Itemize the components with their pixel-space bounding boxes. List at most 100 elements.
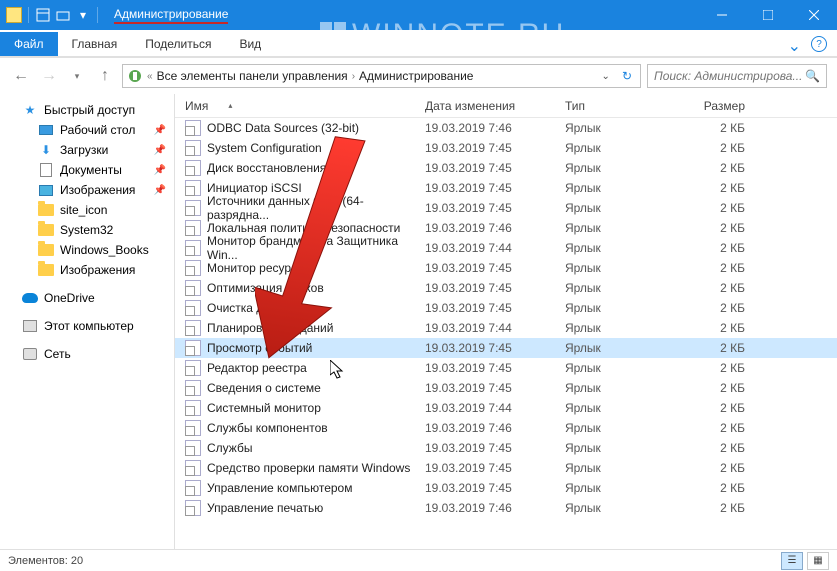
refresh-icon[interactable]: ↻ — [618, 69, 636, 83]
chevron-right-icon[interactable]: « — [147, 71, 153, 82]
search-box[interactable]: 🔍 — [647, 64, 827, 88]
sidebar-item[interactable]: System32 — [0, 220, 174, 240]
file-type: Ярлык — [565, 161, 685, 175]
qa-dropdown-icon[interactable]: ▾ — [75, 7, 91, 23]
file-size: 2 КБ — [685, 381, 765, 395]
file-size: 2 КБ — [685, 501, 765, 515]
ribbon-expand-icon[interactable]: ⌄ — [788, 36, 801, 56]
table-row[interactable]: Системный монитор19.03.2019 7:44Ярлык2 К… — [175, 398, 837, 418]
table-row[interactable]: ODBC Data Sources (32-bit)19.03.2019 7:4… — [175, 118, 837, 138]
help-icon[interactable]: ? — [811, 36, 827, 52]
table-row[interactable]: Редактор реестра19.03.2019 7:45Ярлык2 КБ — [175, 358, 837, 378]
table-row[interactable]: Планировщик заданий19.03.2019 7:44Ярлык2… — [175, 318, 837, 338]
sidebar-item[interactable]: site_icon — [0, 200, 174, 220]
shortcut-icon — [185, 320, 201, 336]
tab-share[interactable]: Поделиться — [131, 32, 225, 56]
table-row[interactable]: Монитор брандмауэра Защитника Win...19.0… — [175, 238, 837, 258]
close-button[interactable] — [791, 0, 837, 30]
folder-icon — [38, 262, 54, 278]
file-tab[interactable]: Файл — [0, 32, 58, 56]
search-icon[interactable]: 🔍 — [805, 69, 820, 83]
file-date: 19.03.2019 7:45 — [425, 141, 565, 155]
shortcut-icon — [185, 440, 201, 456]
sidebar-onedrive[interactable]: OneDrive — [0, 288, 174, 308]
table-row[interactable]: Очистка диска19.03.2019 7:45Ярлык2 КБ — [175, 298, 837, 318]
col-size-header[interactable]: Размер — [685, 99, 765, 113]
table-row[interactable]: Диск восстановления19.03.2019 7:45Ярлык2… — [175, 158, 837, 178]
sidebar-item[interactable]: Изображения — [0, 260, 174, 280]
status-text: Элементов: 20 — [8, 555, 83, 567]
table-row[interactable]: Монитор ресурсов19.03.2019 7:45Ярлык2 КБ — [175, 258, 837, 278]
file-type: Ярлык — [565, 261, 685, 275]
nav-recent-button[interactable]: ▾ — [66, 65, 88, 87]
sidebar-network[interactable]: Сеть — [0, 344, 174, 364]
qa-properties-icon[interactable] — [35, 7, 51, 23]
table-row[interactable]: Службы19.03.2019 7:45Ярлык2 КБ — [175, 438, 837, 458]
file-name: Просмотр событий — [207, 341, 312, 355]
tab-view[interactable]: Вид — [225, 32, 275, 56]
window-system-icon[interactable] — [6, 7, 22, 23]
sidebar-item[interactable]: ⬇Загрузки📌 — [0, 140, 174, 160]
file-type: Ярлык — [565, 301, 685, 315]
file-type: Ярлык — [565, 421, 685, 435]
chevron-right-icon[interactable]: › — [352, 71, 355, 82]
qa-newfolder-icon[interactable] — [55, 7, 71, 23]
file-date: 19.03.2019 7:45 — [425, 281, 565, 295]
tab-home[interactable]: Главная — [58, 32, 132, 56]
table-row[interactable]: Оптимизация дисков19.03.2019 7:45Ярлык2 … — [175, 278, 837, 298]
search-input[interactable] — [654, 69, 801, 83]
file-size: 2 КБ — [685, 221, 765, 235]
pin-icon: 📌 — [154, 185, 166, 196]
sidebar-item[interactable]: Рабочий стол📌 — [0, 120, 174, 140]
breadcrumb-seg[interactable]: Администрирование — [359, 69, 473, 83]
sidebar-item[interactable]: Windows_Books — [0, 240, 174, 260]
table-row[interactable]: Управление печатью19.03.2019 7:46Ярлык2 … — [175, 498, 837, 518]
file-date: 19.03.2019 7:45 — [425, 461, 565, 475]
table-row[interactable]: Источники данных ОРС (64-разрядна...19.0… — [175, 198, 837, 218]
file-size: 2 КБ — [685, 441, 765, 455]
col-date-header[interactable]: Дата изменения — [425, 99, 565, 113]
shortcut-icon — [185, 120, 201, 136]
sidebar-item-label: Windows_Books — [60, 243, 149, 257]
table-row[interactable]: Средство проверки памяти Windows19.03.20… — [175, 458, 837, 478]
sidebar: ★ Быстрый доступ Рабочий стол📌⬇Загрузки📌… — [0, 94, 175, 549]
sidebar-item[interactable]: Документы📌 — [0, 160, 174, 180]
col-type-header[interactable]: Тип — [565, 99, 685, 113]
view-icons-button[interactable]: ▦ — [807, 552, 829, 570]
nav-back-button[interactable]: ← — [10, 65, 32, 87]
file-size: 2 КБ — [685, 461, 765, 475]
file-date: 19.03.2019 7:44 — [425, 401, 565, 415]
sidebar-item-label: OneDrive — [44, 291, 95, 305]
file-name: Источники данных ОРС (64-разрядна... — [207, 194, 425, 222]
view-details-button[interactable]: ☰ — [781, 552, 803, 570]
shortcut-icon — [185, 200, 201, 216]
file-name: Системный монитор — [207, 401, 321, 415]
col-name-header[interactable]: Имя▴ — [175, 99, 425, 113]
address-bar[interactable]: « Все элементы панели управления › Админ… — [122, 64, 641, 88]
sort-indicator-icon: ▴ — [228, 101, 232, 110]
file-type: Ярлык — [565, 121, 685, 135]
desktop-icon — [38, 122, 54, 138]
address-dropdown-icon[interactable]: ⌄ — [598, 71, 614, 82]
downloads-icon: ⬇ — [38, 142, 54, 158]
shortcut-icon — [185, 380, 201, 396]
sidebar-item[interactable]: Изображения📌 — [0, 180, 174, 200]
breadcrumb-seg[interactable]: Все элементы панели управления — [157, 69, 348, 83]
table-row[interactable]: Сведения о системе19.03.2019 7:45Ярлык2 … — [175, 378, 837, 398]
nav-forward-button[interactable]: → — [38, 65, 60, 87]
sidebar-quick-access[interactable]: ★ Быстрый доступ — [0, 100, 174, 120]
table-row[interactable]: Управление компьютером19.03.2019 7:45Ярл… — [175, 478, 837, 498]
file-name: Управление печатью — [207, 501, 323, 515]
file-date: 19.03.2019 7:45 — [425, 261, 565, 275]
nav-up-button[interactable]: ↑ — [94, 65, 116, 87]
table-row[interactable]: Службы компонентов19.03.2019 7:46Ярлык2 … — [175, 418, 837, 438]
file-name: Сведения о системе — [207, 381, 321, 395]
main-area: ★ Быстрый доступ Рабочий стол📌⬇Загрузки📌… — [0, 94, 837, 549]
table-row[interactable]: Просмотр событий19.03.2019 7:45Ярлык2 КБ — [175, 338, 837, 358]
sidebar-item-label: Сеть — [44, 347, 71, 361]
maximize-button[interactable] — [745, 0, 791, 30]
minimize-button[interactable] — [699, 0, 745, 30]
table-row[interactable]: System Configuration19.03.2019 7:45Ярлык… — [175, 138, 837, 158]
file-size: 2 КБ — [685, 141, 765, 155]
sidebar-this-pc[interactable]: Этот компьютер — [0, 316, 174, 336]
